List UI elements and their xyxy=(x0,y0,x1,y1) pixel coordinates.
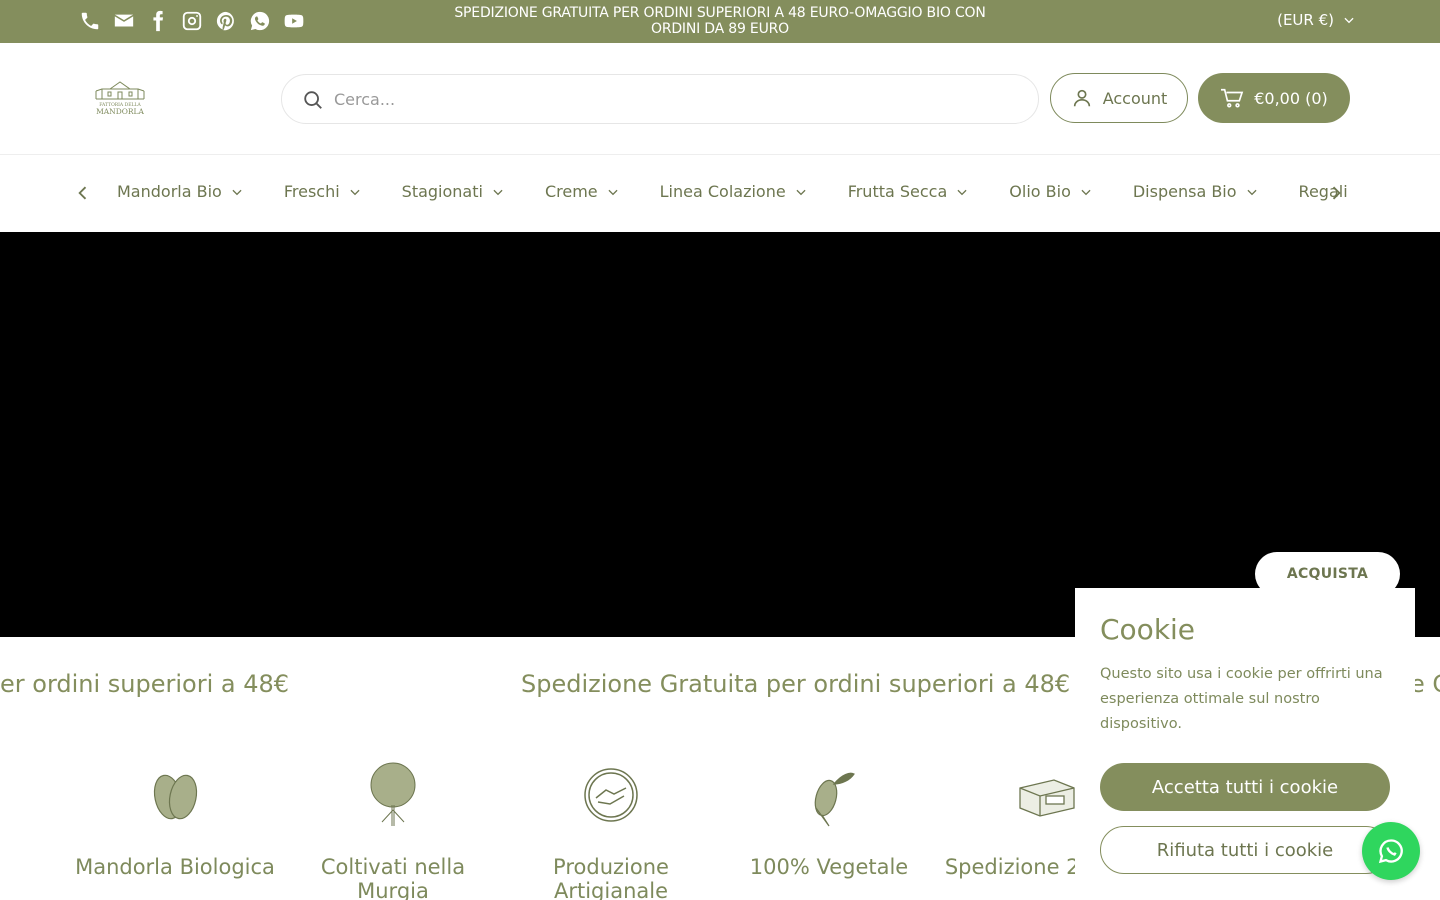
feature-label: Produzione Artigianale xyxy=(553,855,669,900)
cookie-title: Cookie xyxy=(1100,613,1196,646)
nav-item-label: Dispensa Bio xyxy=(1132,182,1237,201)
nav-item-label: Mandorla Bio xyxy=(117,182,222,201)
cart-icon xyxy=(1221,88,1244,108)
nav-item-label: Frutta Secca xyxy=(847,182,948,201)
currency-label: (EUR €) xyxy=(1277,11,1334,29)
chevron-down-icon xyxy=(493,189,503,195)
tree-icon xyxy=(358,760,428,830)
account-label: Account xyxy=(1102,88,1168,108)
box-icon xyxy=(1012,760,1082,830)
chevron-right-icon xyxy=(1332,186,1341,200)
phone-icon[interactable] xyxy=(78,9,102,33)
user-icon xyxy=(1073,89,1090,107)
search-icon xyxy=(304,91,322,109)
chevron-down-icon xyxy=(1247,189,1257,195)
nav-menu: Mandorla Bio Freschi Stagionati Creme Li… xyxy=(117,182,1388,201)
main-navigation: Mandorla Bio Freschi Stagionati Creme Li… xyxy=(0,155,1440,232)
email-icon[interactable] xyxy=(112,9,136,33)
facebook-icon[interactable] xyxy=(146,9,170,33)
nav-item-stagionati[interactable]: Stagionati xyxy=(402,182,505,201)
chevron-down-icon xyxy=(608,189,618,195)
nav-item-label: Creme xyxy=(544,182,598,201)
site-header: FATTORIA DELLA MANDORLA Account €0,00 (0… xyxy=(0,43,1440,155)
leaf-icon xyxy=(794,760,864,830)
chevron-down-icon xyxy=(1081,189,1091,195)
nav-item-mandorla-bio[interactable]: Mandorla Bio xyxy=(117,182,244,201)
top-announcement-bar: SPEDIZIONE GRATUITA PER ORDINI SUPERIORI… xyxy=(0,0,1440,43)
feature-label: 100% Vegetale xyxy=(749,855,909,879)
handshake-icon xyxy=(576,760,646,830)
feature-item: Mandorla Biologica xyxy=(66,760,284,879)
feature-label: Mandorla Biologica xyxy=(75,855,275,879)
pinterest-icon[interactable] xyxy=(214,9,238,33)
marquee-text: er ordini superiori a 48€ xyxy=(0,670,290,698)
social-links xyxy=(78,9,306,33)
nav-item-creme[interactable]: Creme xyxy=(545,182,620,201)
hero-video[interactable] xyxy=(0,232,1440,637)
nav-item-label: Freschi xyxy=(283,182,340,201)
nav-item-label: Stagionati xyxy=(401,182,483,201)
accept-cookies-button[interactable]: Accetta tutti i cookie xyxy=(1100,763,1390,811)
cookie-text: Questo sito usa i cookie per offrirti un… xyxy=(1100,666,1383,732)
chevron-down-icon xyxy=(232,189,242,195)
chevron-down-icon xyxy=(350,189,360,195)
chevron-left-icon xyxy=(78,186,87,200)
chevron-down-icon xyxy=(957,189,967,195)
account-button[interactable]: Account xyxy=(1050,73,1188,123)
chat-button[interactable] xyxy=(1362,822,1420,880)
nav-item-olio-bio[interactable]: Olio Bio xyxy=(1009,182,1093,201)
search-bar[interactable] xyxy=(281,74,1039,124)
nav-item-label: Linea Colazione xyxy=(659,182,786,201)
nav-scroll-left-button[interactable] xyxy=(73,183,93,203)
logo-text: MANDORLA xyxy=(96,107,144,116)
whatsapp-icon[interactable] xyxy=(248,9,272,33)
nav-item-freschi[interactable]: Freschi xyxy=(284,182,362,201)
marquee-text: Spedizione Gratuita per ordini superiori… xyxy=(521,670,1071,698)
nav-scroll-right-button[interactable] xyxy=(1326,183,1346,203)
cart-total: €0,00 (0) xyxy=(1254,88,1328,108)
chat-icon xyxy=(1378,839,1403,864)
chevron-down-icon xyxy=(1344,17,1354,24)
chevron-down-icon xyxy=(796,189,806,195)
search-input[interactable] xyxy=(334,87,994,111)
nav-item-linea-colazione[interactable]: Linea Colazione xyxy=(660,182,808,201)
reject-cookies-button[interactable]: Rifiuta tutti i cookie xyxy=(1100,826,1390,874)
currency-selector[interactable]: (EUR €) xyxy=(1277,11,1356,29)
youtube-icon[interactable] xyxy=(282,9,306,33)
feature-item: 100% Vegetale xyxy=(720,760,938,879)
site-logo[interactable]: FATTORIA DELLA MANDORLA xyxy=(88,77,152,119)
feature-item: Coltivati nella Murgia xyxy=(284,760,502,900)
nav-item-label: Olio Bio xyxy=(1009,182,1071,201)
cart-button[interactable]: €0,00 (0) xyxy=(1198,73,1350,123)
nav-item-frutta-secca[interactable]: Frutta Secca xyxy=(848,182,970,201)
almond-icon xyxy=(140,760,210,830)
nav-item-dispensa-bio[interactable]: Dispensa Bio xyxy=(1133,182,1259,201)
instagram-icon[interactable] xyxy=(180,9,204,33)
feature-label: Coltivati nella Murgia xyxy=(320,855,466,900)
promo-text: SPEDIZIONE GRATUITA PER ORDINI SUPERIORI… xyxy=(454,5,986,37)
feature-item: Produzione Artigianale xyxy=(502,760,720,900)
